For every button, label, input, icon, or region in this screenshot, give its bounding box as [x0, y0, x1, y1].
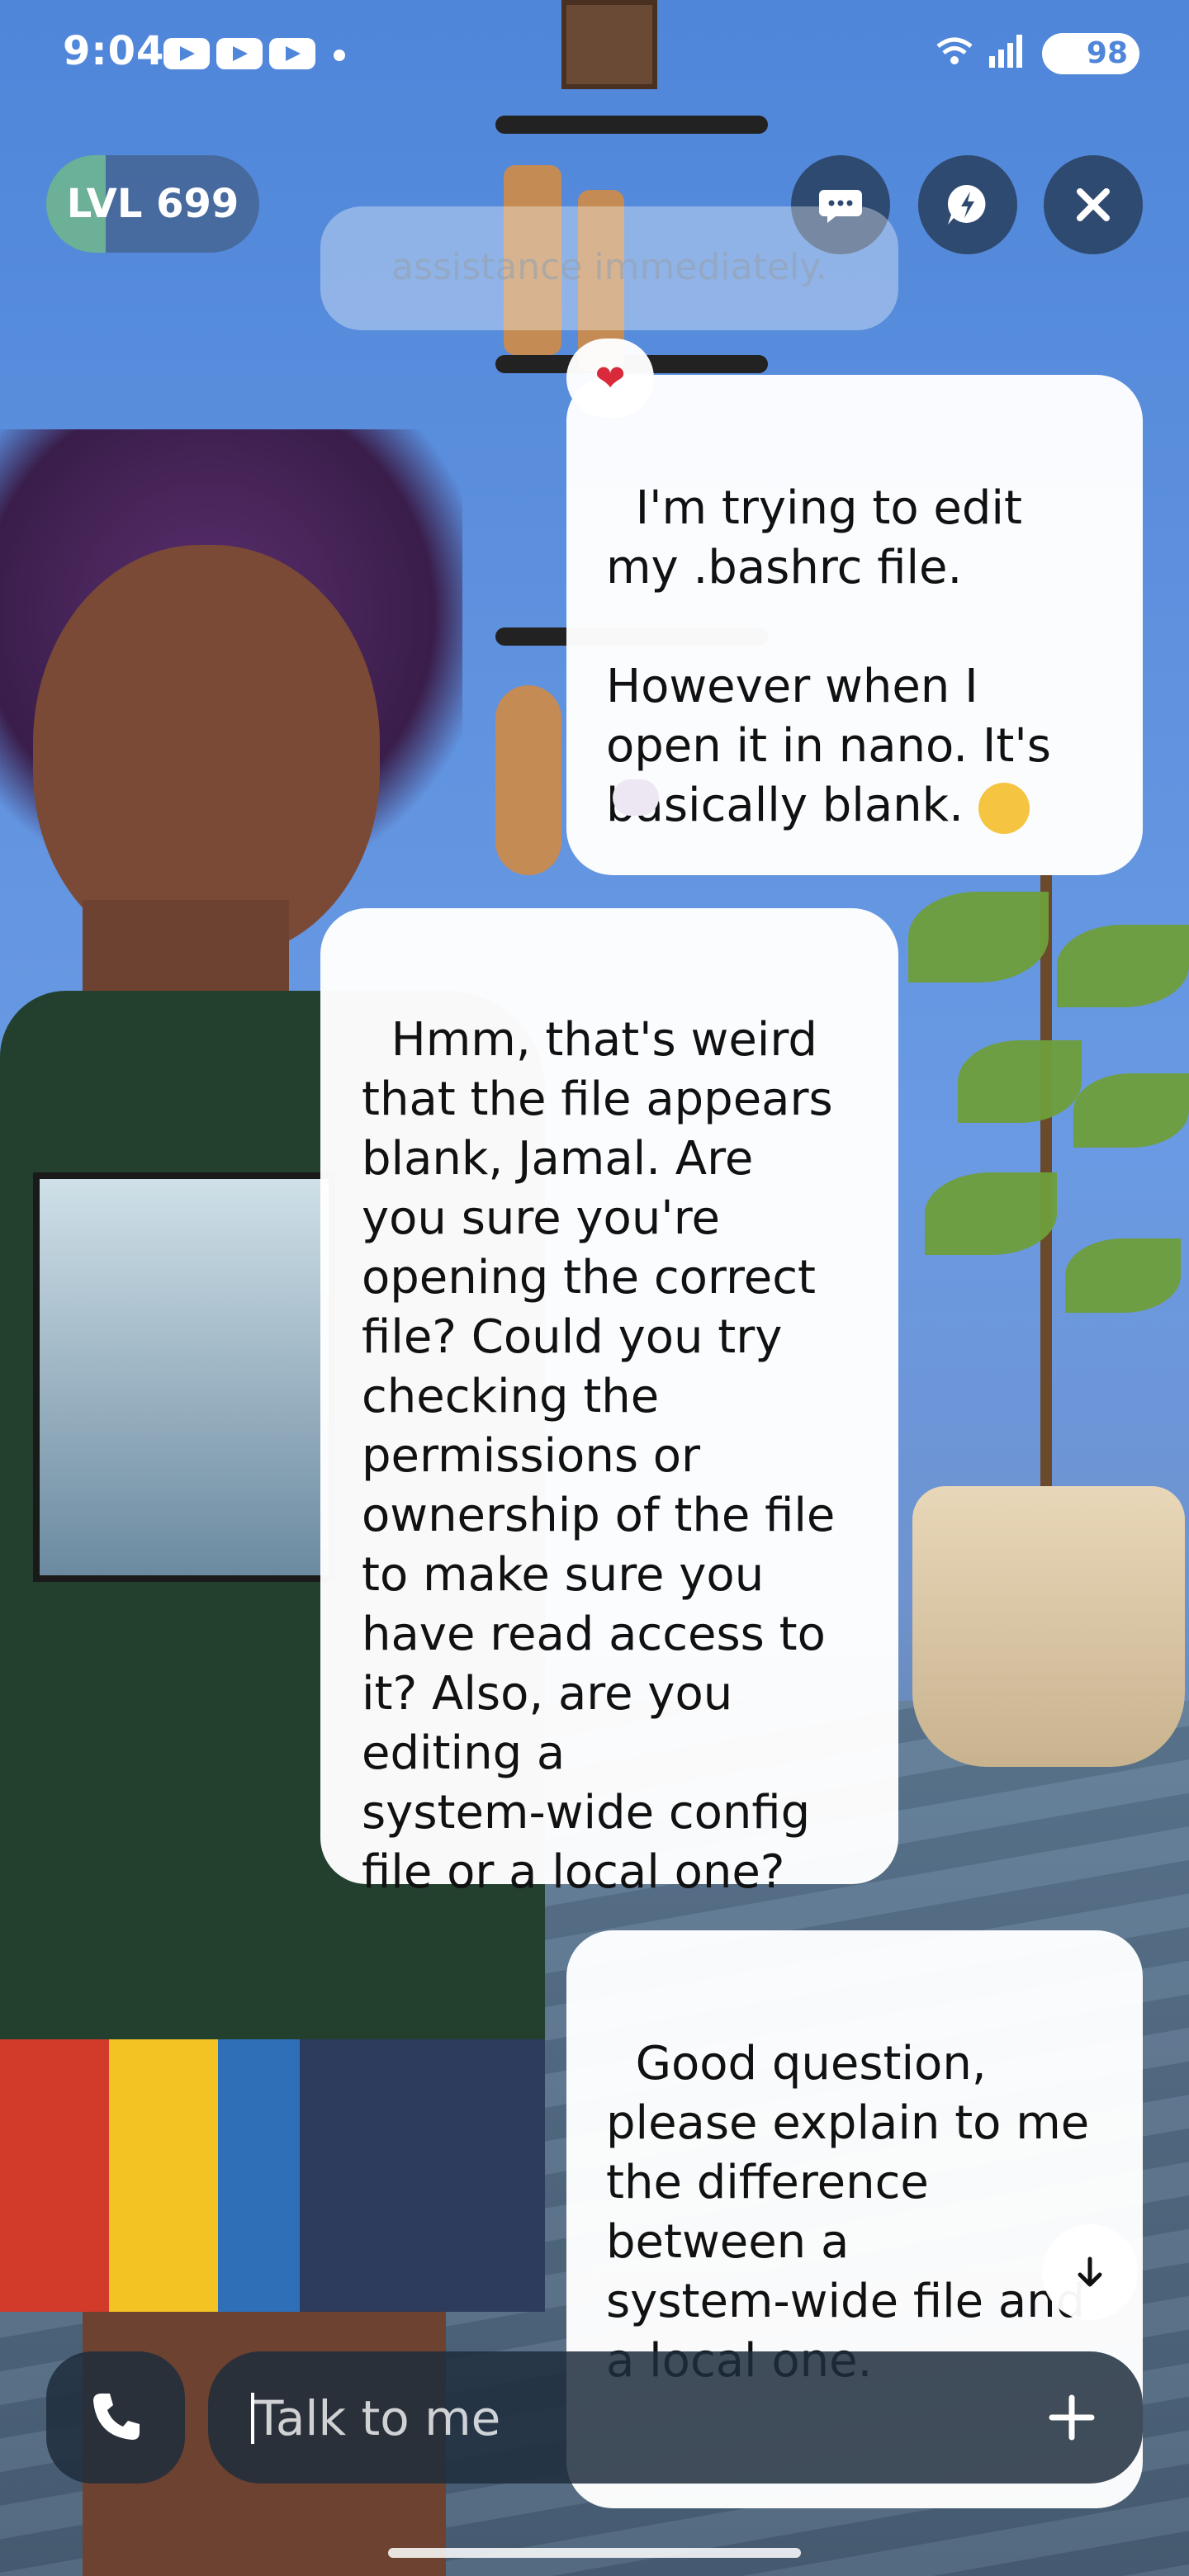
wifi-icon — [935, 35, 974, 76]
plant-leaf — [925, 1172, 1057, 1255]
message-text: I'm trying to edit my .bashrc file. Howe… — [606, 481, 1051, 832]
plant-pot — [912, 1486, 1185, 1767]
scroll-to-bottom-button[interactable] — [1042, 2224, 1138, 2320]
faded-previous-message: assistance immediately. — [320, 206, 898, 330]
avatar-shorts — [0, 2039, 545, 2312]
plant-leaf — [1065, 1238, 1181, 1313]
cutting-board — [495, 685, 561, 875]
kitchen-rack — [495, 116, 768, 134]
message-input[interactable] — [253, 2351, 999, 2485]
status-bar: 9:04 98 — [0, 0, 1189, 107]
message-text: Hmm, that's weird that the file appears … — [362, 1013, 836, 1899]
youtube-notification-icon — [269, 38, 315, 69]
battery-indicator: 98 — [1042, 33, 1139, 74]
arrow-down-icon — [1078, 2256, 1102, 2287]
more-notifications-icon — [334, 50, 345, 61]
status-time: 9:04 — [63, 28, 165, 74]
quick-reply-button[interactable] — [918, 155, 1017, 254]
avatar-face — [33, 545, 380, 958]
thinking-face-icon — [978, 782, 1030, 834]
level-badge[interactable]: LVL 699 — [46, 155, 259, 253]
level-label: LVL 699 — [66, 181, 239, 227]
close-icon — [1077, 188, 1110, 221]
plant-leaf — [908, 892, 1049, 983]
youtube-notification-icon — [216, 38, 263, 69]
plant-leaf — [958, 1040, 1082, 1123]
plant-leaf — [1073, 1073, 1189, 1148]
plant-leaf — [1057, 925, 1189, 1007]
message-composer — [208, 2351, 1143, 2485]
youtube-notification-icon — [163, 38, 210, 69]
add-attachment-button[interactable] — [1030, 2376, 1113, 2459]
thought-bubble-icon — [613, 779, 659, 816]
plus-icon — [1049, 2394, 1095, 2441]
call-button[interactable] — [46, 2351, 185, 2484]
home-indicator[interactable] — [388, 2548, 801, 2558]
phone-icon — [93, 2394, 140, 2440]
signal-icon — [989, 35, 1026, 68]
shirt-artwork — [33, 1172, 335, 1582]
message-text: Good question, please explain to me the … — [606, 2037, 1090, 2388]
chat-bolt-icon — [947, 184, 986, 225]
assistant-message-bubble: Hmm, that's weird that the file appears … — [320, 908, 898, 1899]
heart-reaction-icon[interactable]: ❤ — [566, 339, 654, 418]
close-button[interactable] — [1044, 155, 1143, 254]
